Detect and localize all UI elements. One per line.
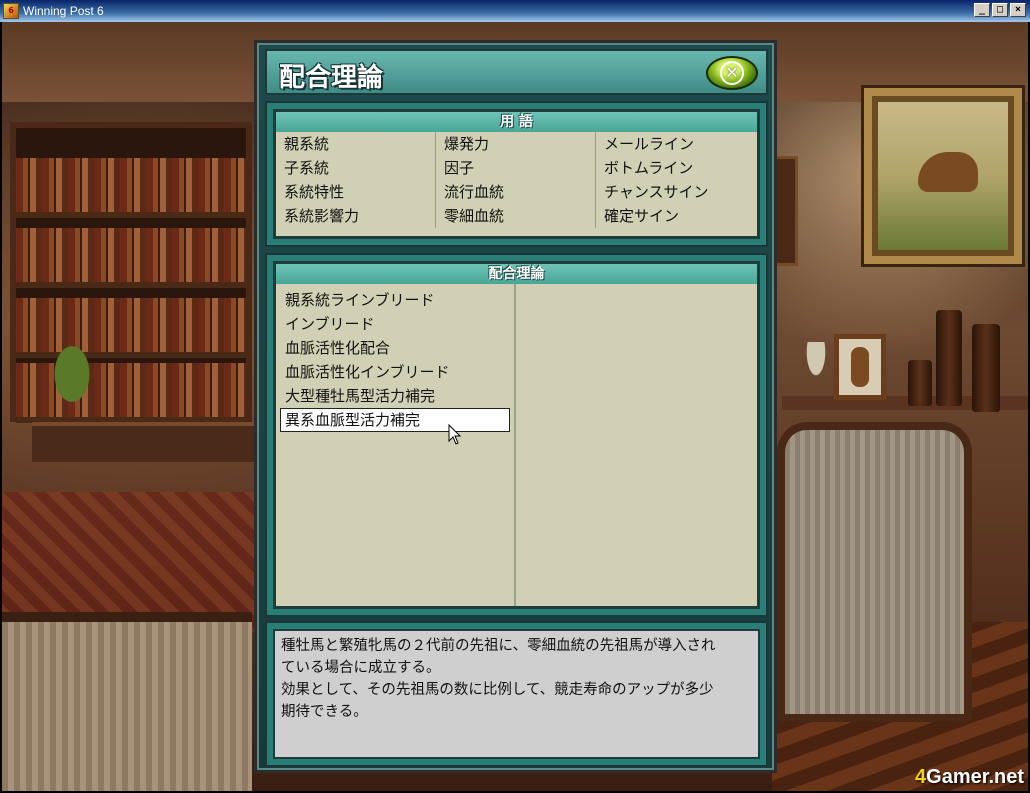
window-close-button[interactable]: ×	[1010, 3, 1026, 17]
term-item[interactable]: 爆発力	[436, 132, 595, 156]
term-item[interactable]: メールライン	[596, 132, 757, 156]
terms-header: 用 語	[276, 112, 757, 132]
painting-canvas	[878, 102, 1008, 250]
theory-item-selected[interactable]: 異系血脈型活力補完	[280, 408, 510, 432]
window-title: Winning Post 6	[23, 4, 104, 18]
theory-body: 親系統ラインブリード インブリード 血脈活性化配合 血脈活性化インブリード 大型…	[276, 284, 757, 606]
dialog-title: 配合理論	[279, 63, 384, 93]
close-button[interactable]: ✕	[706, 56, 758, 90]
horse-painting	[864, 88, 1022, 264]
terms-list-area: 用 語 親系統 子系統 系統特性 系統影響力 爆発力 因子 流行血統 零細血統 …	[273, 109, 760, 239]
theory-detail-pane	[516, 284, 757, 606]
term-item[interactable]: 親系統	[276, 132, 435, 156]
term-item[interactable]: 系統影響力	[276, 204, 435, 228]
theory-header: 配合理論	[276, 264, 757, 284]
term-item[interactable]: 子系統	[276, 156, 435, 180]
description-panel: 種牡馬と繁殖牝馬の２代前の先祖に、零細血統の先祖馬が導入され ている場合に成立す…	[265, 621, 768, 767]
terms-panel: 用 語 親系統 子系統 系統特性 系統影響力 爆発力 因子 流行血統 零細血統 …	[265, 101, 768, 247]
term-item[interactable]: ボトムライン	[596, 156, 757, 180]
window-titlebar[interactable]: 6 Winning Post 6 _ □ ×	[0, 0, 1030, 22]
theory-list-area: 配合理論 親系統ラインブリード インブリード 血脈活性化配合 血脈活性化インブリ…	[273, 261, 760, 609]
book-row	[16, 228, 246, 288]
minimize-button[interactable]: _	[974, 3, 990, 17]
sofa	[777, 422, 972, 722]
window-controls: _ □ ×	[974, 3, 1026, 17]
term-item[interactable]: 因子	[436, 156, 595, 180]
theory-item[interactable]: 血脈活性化配合	[280, 336, 510, 360]
goblet	[800, 342, 832, 392]
desk	[32, 422, 257, 462]
bottle	[936, 310, 962, 406]
dialog-header: 配合理論 ✕	[265, 49, 768, 95]
terms-column: 親系統 子系統 系統特性 系統影響力	[276, 132, 436, 228]
mouse-cursor-icon	[448, 424, 462, 445]
theory-panel: 配合理論 親系統ラインブリード インブリード 血脈活性化配合 血脈活性化インブリ…	[265, 253, 768, 617]
maximize-button[interactable]: □	[992, 3, 1008, 17]
horse-figure	[918, 152, 978, 192]
term-item[interactable]: 流行血統	[436, 180, 595, 204]
description-line: 期待できる。	[281, 704, 368, 720]
book-row	[16, 158, 246, 218]
watermark-logo: 4Gamer.net	[915, 766, 1024, 788]
term-item[interactable]: 零細血統	[436, 204, 595, 228]
bottle	[972, 324, 1000, 412]
app-icon: 6	[3, 3, 19, 19]
horse-photo-frame	[834, 334, 886, 400]
description-text: 種牡馬と繁殖牝馬の２代前の先祖に、零細血統の先祖馬が導入され ている場合に成立す…	[273, 629, 760, 759]
terms-grid: 親系統 子系統 系統特性 系統影響力 爆発力 因子 流行血統 零細血統 メールラ…	[276, 132, 757, 228]
breeding-theory-dialog: 配合理論 ✕ 用 語 親系統 子系統 系統特性 系統影響力 爆発力 因子 流行血…	[254, 40, 777, 773]
rug	[2, 492, 262, 632]
theory-item[interactable]: 大型種牡馬型活力補完	[280, 384, 510, 408]
terms-column: 爆発力 因子 流行血統 零細血統	[436, 132, 596, 228]
theory-item[interactable]: 親系統ラインブリード	[280, 288, 510, 312]
description-line: 種牡馬と繁殖牝馬の２代前の先祖に、零細血統の先祖馬が導入され	[281, 638, 716, 654]
circle-x-icon: ✕	[720, 61, 744, 85]
term-item[interactable]: チャンスサイン	[596, 180, 757, 204]
armchair-left	[2, 612, 252, 791]
theory-item[interactable]: 血脈活性化インブリード	[280, 360, 510, 384]
terms-column: メールライン ボトムライン チャンスサイン 確定サイン	[596, 132, 757, 228]
horse-head-figure	[851, 347, 869, 387]
term-item[interactable]: 系統特性	[276, 180, 435, 204]
theory-item[interactable]: インブリード	[280, 312, 510, 336]
term-item[interactable]: 確定サイン	[596, 204, 757, 228]
bottle	[908, 360, 932, 406]
description-line: ている場合に成立する。	[281, 660, 441, 676]
theory-list: 親系統ラインブリード インブリード 血脈活性化配合 血脈活性化インブリード 大型…	[276, 284, 516, 606]
potted-plant	[42, 342, 102, 422]
description-line: 効果として、その先祖馬の数に比例して、競走寿命のアップが多少	[281, 682, 714, 698]
